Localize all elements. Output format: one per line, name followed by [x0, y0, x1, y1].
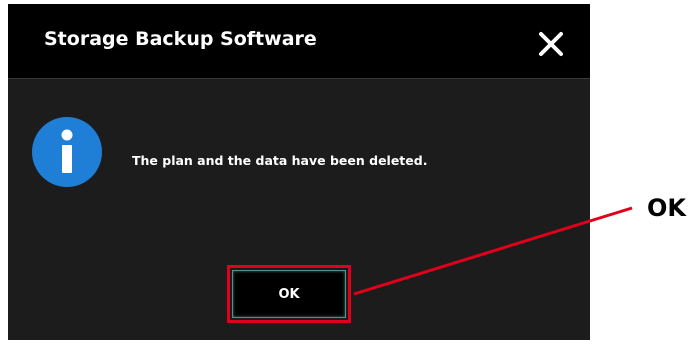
ok-button[interactable]: OK [232, 270, 346, 318]
dialog-message: The plan and the data have been deleted. [132, 153, 428, 168]
callout-label: OK [647, 194, 686, 222]
screenshot-stage: Storage Backup Software The plan and the… [0, 0, 692, 345]
ok-button-label: OK [278, 286, 300, 302]
info-icon [31, 116, 103, 188]
dialog-titlebar: Storage Backup Software [8, 4, 590, 79]
close-icon[interactable] [538, 31, 564, 57]
dialog-title: Storage Backup Software [44, 28, 317, 50]
